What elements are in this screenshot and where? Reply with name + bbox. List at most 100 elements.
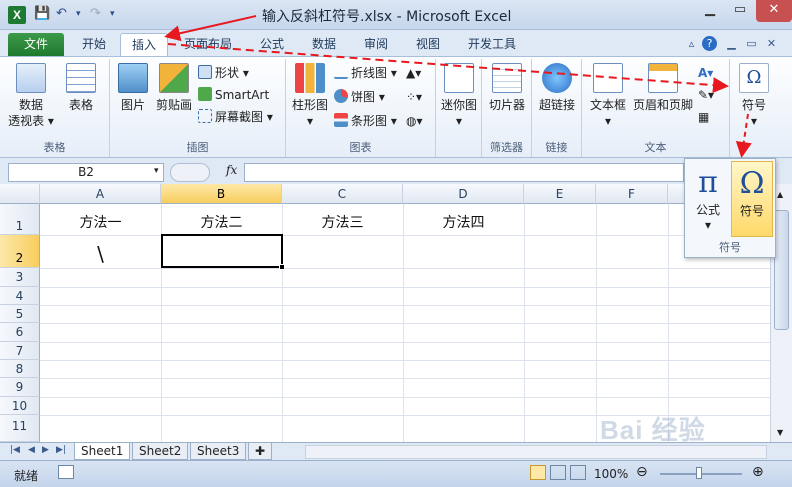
- formula-input[interactable]: [244, 163, 684, 182]
- col-header-b[interactable]: B: [161, 184, 282, 204]
- cell-b1[interactable]: 方法二: [161, 212, 282, 232]
- cell-c1[interactable]: 方法三: [282, 212, 403, 232]
- hyperlink-button[interactable]: 超链接: [534, 63, 580, 113]
- wordart-icon[interactable]: A▾: [698, 63, 713, 83]
- other-charts-icon[interactable]: ◍▾: [406, 111, 423, 131]
- textbox-button[interactable]: 文本框 ▾: [586, 63, 630, 129]
- active-cell-b2[interactable]: [161, 234, 285, 270]
- insert-function-icon[interactable]: fx: [226, 163, 237, 177]
- area-chart-icon[interactable]: ▲▾: [406, 63, 421, 83]
- row-header-9[interactable]: 9: [0, 378, 40, 397]
- row-header-2[interactable]: 2: [0, 235, 40, 268]
- cell-a2[interactable]: \: [40, 242, 161, 266]
- page-layout-view-icon[interactable]: [550, 465, 566, 480]
- zoom-in-icon[interactable]: ⊕: [752, 464, 764, 480]
- pivot-table-button[interactable]: 数据 透视表 ▾: [8, 63, 54, 129]
- col-header-d[interactable]: D: [403, 184, 524, 204]
- smartart-button[interactable]: SmartArt: [198, 85, 269, 105]
- doc-close-icon[interactable]: ✕: [764, 36, 779, 51]
- bar-chart-button[interactable]: 条形图 ▾: [334, 111, 397, 131]
- sheet-tab-3[interactable]: Sheet3: [190, 443, 247, 460]
- doc-restore-icon[interactable]: ▭: [744, 36, 759, 51]
- tab-data[interactable]: 数据: [304, 33, 344, 56]
- clipart-button[interactable]: 剪贴画: [154, 63, 194, 113]
- close-button[interactable]: ✕: [756, 0, 792, 22]
- row-header-8[interactable]: 8: [0, 360, 40, 378]
- row-header-1[interactable]: 1: [0, 204, 40, 235]
- row-header-10[interactable]: 10: [0, 397, 40, 415]
- help-icon[interactable]: ?: [702, 36, 717, 51]
- shapes-button[interactable]: 形状 ▾: [198, 63, 249, 83]
- sheet-tab-1[interactable]: Sheet1: [74, 443, 131, 460]
- equation-button[interactable]: π 公式 ▾: [687, 161, 729, 237]
- sheet-tab-2[interactable]: Sheet2: [132, 443, 189, 460]
- page-break-view-icon[interactable]: [570, 465, 586, 480]
- first-sheet-icon[interactable]: |◀: [10, 445, 20, 455]
- ribbon-collapse-icon[interactable]: ▵: [684, 36, 699, 51]
- zoom-level[interactable]: 100%: [594, 467, 628, 481]
- scatter-chart-icon[interactable]: ⁘▾: [406, 87, 422, 107]
- name-box[interactable]: B2: [8, 163, 164, 182]
- zoom-out-icon[interactable]: ⊖: [636, 464, 648, 480]
- last-sheet-icon[interactable]: ▶|: [56, 445, 66, 455]
- scroll-up-icon[interactable]: ▲: [777, 190, 783, 199]
- row-header-4[interactable]: 4: [0, 287, 40, 305]
- customize-qat-icon[interactable]: ▾: [110, 9, 115, 19]
- tab-file[interactable]: 文件: [8, 33, 64, 56]
- select-all-corner[interactable]: [0, 184, 40, 204]
- next-sheet-icon[interactable]: ▶: [42, 445, 49, 455]
- undo-icon[interactable]: ↶: [56, 6, 67, 21]
- screenshot-button[interactable]: 屏幕截图 ▾: [198, 107, 273, 127]
- row-header-6[interactable]: 6: [0, 323, 40, 342]
- horizontal-scrollbar[interactable]: [305, 445, 767, 459]
- tab-developer[interactable]: 开发工具: [460, 33, 524, 56]
- line-chart-button[interactable]: 折线图 ▾: [334, 63, 397, 83]
- row-header-5[interactable]: 5: [0, 305, 40, 323]
- macro-record-icon[interactable]: [58, 465, 74, 479]
- slicer-button[interactable]: 切片器: [484, 63, 530, 113]
- new-sheet-icon[interactable]: ✚: [248, 443, 272, 460]
- col-header-e[interactable]: E: [524, 184, 596, 204]
- symbols-button[interactable]: Ω 符号 ▾: [734, 63, 774, 129]
- tab-view[interactable]: 视图: [408, 33, 448, 56]
- symbol-button[interactable]: Ω 符号: [731, 161, 773, 237]
- col-header-c[interactable]: C: [282, 184, 403, 204]
- object-icon[interactable]: ▦: [698, 107, 709, 127]
- zoom-slider-thumb[interactable]: [696, 467, 702, 479]
- header-footer-button[interactable]: 页眉和页脚: [632, 63, 694, 113]
- col-header-f[interactable]: F: [596, 184, 668, 204]
- cell-d1[interactable]: 方法四: [403, 212, 524, 232]
- excel-app-icon[interactable]: X: [8, 6, 26, 24]
- signature-line-icon[interactable]: ✎▾: [698, 85, 714, 105]
- row-header-7[interactable]: 7: [0, 342, 40, 360]
- omega-icon: Ω: [739, 63, 769, 93]
- tab-insert[interactable]: 插入: [120, 33, 168, 56]
- vertical-scroll-thumb[interactable]: [774, 210, 789, 330]
- row-header-3[interactable]: 3: [0, 268, 40, 287]
- scroll-down-icon[interactable]: ▼: [777, 428, 783, 437]
- name-box-dropdown-icon[interactable]: ▾: [154, 166, 159, 176]
- table-button[interactable]: 表格: [60, 63, 102, 113]
- cell-a1[interactable]: 方法一: [40, 212, 161, 232]
- col-header-a[interactable]: A: [40, 184, 161, 204]
- worksheet-grid[interactable]: A B C D E F 1 2 3 4 5 6 7 8 9 10 11 方法一: [0, 184, 770, 442]
- tab-formulas[interactable]: 公式: [252, 33, 292, 56]
- redo-icon[interactable]: ↷: [90, 6, 101, 21]
- row-header-11[interactable]: 11: [0, 415, 40, 442]
- column-chart-button[interactable]: 柱形图 ▾: [288, 63, 332, 129]
- tab-review[interactable]: 审阅: [356, 33, 396, 56]
- formula-cancel-enter-buttons[interactable]: [170, 163, 210, 182]
- sparkline-button[interactable]: 迷你图 ▾: [438, 63, 480, 129]
- pie-chart-button[interactable]: 饼图 ▾: [334, 87, 385, 107]
- save-icon[interactable]: 💾: [34, 6, 50, 21]
- fill-handle[interactable]: [279, 264, 285, 270]
- prev-sheet-icon[interactable]: ◀: [28, 445, 35, 455]
- minimize-button[interactable]: ▁: [696, 0, 724, 22]
- normal-view-icon[interactable]: [530, 465, 546, 480]
- tab-home[interactable]: 开始: [74, 33, 114, 56]
- undo-dropdown-icon[interactable]: ▾: [76, 9, 81, 19]
- maximize-button[interactable]: ▭: [726, 0, 754, 22]
- picture-button[interactable]: 图片: [114, 63, 152, 113]
- tab-page-layout[interactable]: 页面布局: [176, 33, 240, 56]
- doc-minimize-icon[interactable]: ▁: [724, 36, 739, 51]
